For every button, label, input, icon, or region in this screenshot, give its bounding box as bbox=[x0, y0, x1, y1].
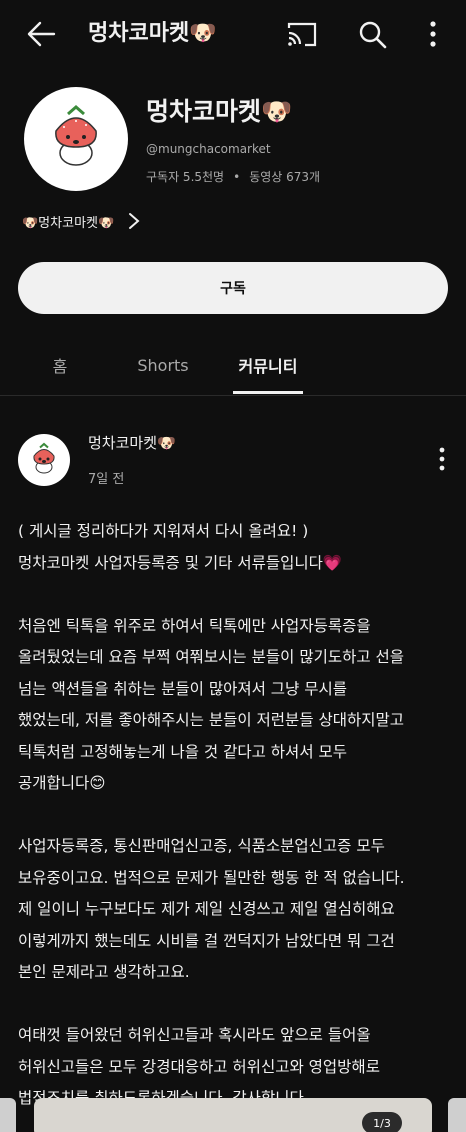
tab-community[interactable]: 커뮤니티 bbox=[228, 336, 308, 394]
channel-handle: @mungchacomarket bbox=[146, 142, 271, 156]
avatar[interactable] bbox=[18, 434, 70, 486]
post-text: ( 게시글 정리하다가 지워져서 다시 올려요! ) 멍차코마켓 사업자등록증 … bbox=[18, 522, 405, 1107]
strawberry-dog-logo-icon bbox=[33, 442, 55, 474]
strawberry-dog-logo-icon bbox=[55, 105, 97, 166]
post-timestamp: 7일 전 bbox=[88, 472, 125, 487]
channel-tabs: 홈 Shorts 커뮤니티 bbox=[0, 336, 466, 394]
channel-link[interactable]: 🐶멍차코마켓🐶 bbox=[22, 208, 140, 234]
separator-dot: • bbox=[233, 170, 241, 184]
post-author[interactable]: 멍차코마켓🐶 bbox=[88, 432, 176, 453]
carousel-image-next[interactable] bbox=[448, 1098, 466, 1132]
top-app-bar: 멍차코마켓🐶 bbox=[0, 0, 466, 70]
more-vert-icon[interactable] bbox=[426, 20, 440, 48]
tab-home[interactable]: 홈 bbox=[30, 336, 90, 394]
carousel-counter: 1/3 bbox=[362, 1112, 402, 1132]
video-count: 동영상 673개 bbox=[249, 170, 321, 184]
cast-icon[interactable] bbox=[286, 20, 318, 48]
page-title: 멍차코마켓🐶 bbox=[88, 21, 217, 46]
carousel-image-previous[interactable] bbox=[0, 1098, 16, 1132]
channel-name: 멍차코마켓🐶 bbox=[146, 97, 293, 126]
search-icon[interactable] bbox=[358, 20, 388, 50]
more-vert-icon[interactable] bbox=[436, 446, 448, 472]
active-tab-indicator bbox=[233, 391, 303, 394]
tab-shorts[interactable]: Shorts bbox=[118, 336, 208, 394]
subscribe-button[interactable]: 구독 bbox=[18, 262, 448, 314]
subscriber-count: 구독자 5.5천명 bbox=[146, 170, 225, 184]
community-post: 멍차코마켓🐶 7일 전 ( 게시글 정리하다가 지워져서 다시 올려요! ) 멍… bbox=[0, 396, 466, 1107]
chevron-right-icon bbox=[129, 213, 140, 229]
image-carousel[interactable]: 1/3 bbox=[0, 1098, 466, 1132]
channel-avatar[interactable] bbox=[24, 87, 128, 191]
channel-link-label: 🐶멍차코마켓🐶 bbox=[22, 215, 115, 231]
back-arrow-icon[interactable] bbox=[26, 20, 56, 48]
channel-stats: 구독자 5.5천명 • 동영상 673개 bbox=[146, 168, 320, 185]
